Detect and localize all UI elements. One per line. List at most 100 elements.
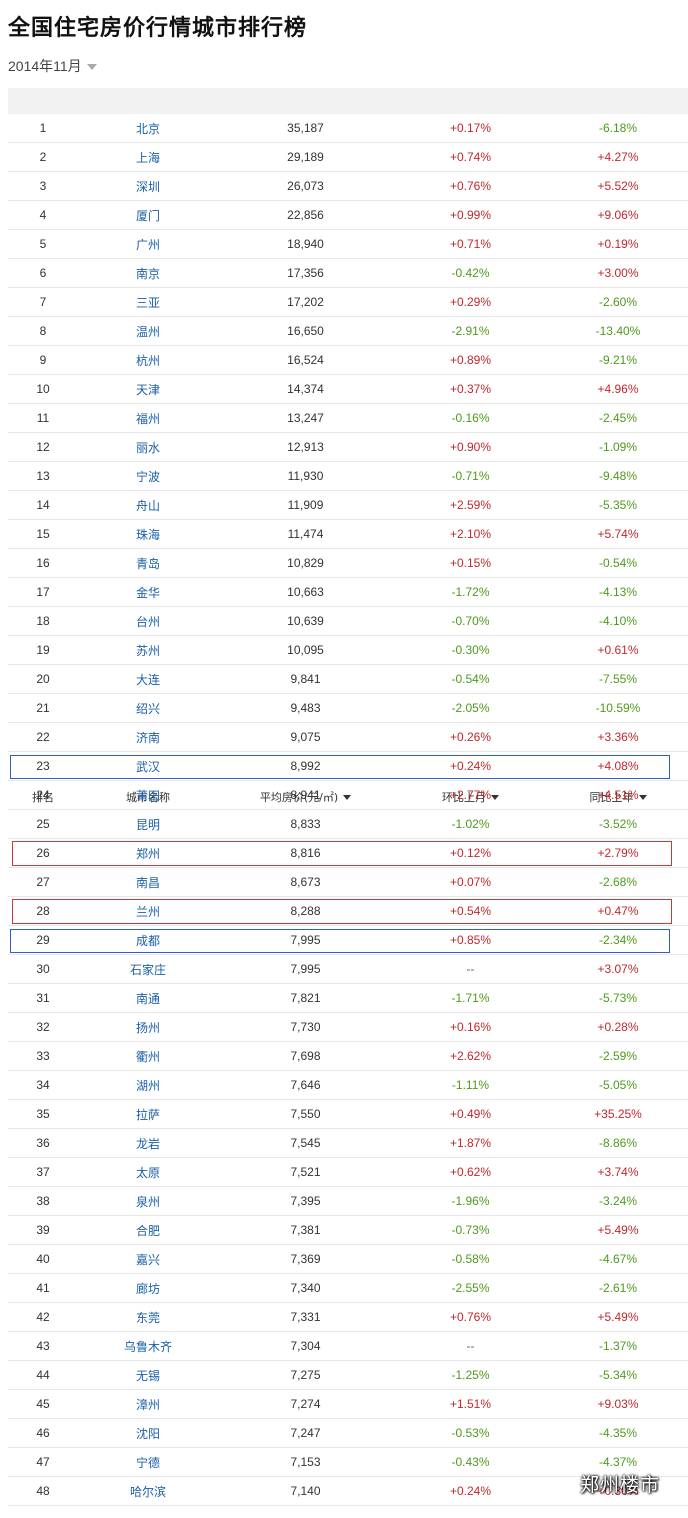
yoy-cell: -1.09% bbox=[598, 440, 638, 454]
period-selector[interactable]: 2014年11月 bbox=[8, 56, 97, 76]
yoy-cell-wrap: +2.79% bbox=[548, 839, 688, 867]
city-link[interactable]: 三亚 bbox=[136, 294, 160, 311]
city-link-wrap: 舟山 bbox=[88, 491, 208, 519]
city-link[interactable]: 舟山 bbox=[136, 497, 160, 514]
rank-cell: 46 bbox=[36, 1426, 50, 1440]
city-link[interactable]: 昆明 bbox=[136, 816, 160, 833]
price-cell: 12,913 bbox=[287, 440, 324, 454]
city-link[interactable]: 太原 bbox=[136, 1164, 160, 1181]
city-link[interactable]: 南昌 bbox=[136, 874, 160, 891]
city-link[interactable]: 金华 bbox=[136, 584, 160, 601]
city-link[interactable]: 南通 bbox=[136, 990, 160, 1007]
price-cell-wrap: 7,275 bbox=[238, 1361, 373, 1389]
city-link[interactable]: 哈尔滨 bbox=[130, 1483, 166, 1500]
city-link[interactable]: 乌鲁木齐 bbox=[124, 1338, 172, 1355]
price-cell: 8,941 bbox=[290, 788, 321, 802]
city-link[interactable]: 衢州 bbox=[136, 1048, 160, 1065]
table-row: 30 石家庄 7,995 -- +3.07% bbox=[8, 955, 688, 984]
city-link[interactable]: 台州 bbox=[136, 613, 160, 630]
mom-cell: +0.99% bbox=[449, 208, 492, 222]
city-link[interactable]: 廊坊 bbox=[136, 1280, 160, 1297]
table-row: 45 漳州 7,274 +1.51% +9.03% bbox=[8, 1390, 688, 1419]
city-link-wrap: 龙岩 bbox=[88, 1129, 208, 1157]
price-cell: 7,140 bbox=[290, 1484, 321, 1498]
city-link[interactable]: 丽水 bbox=[136, 439, 160, 456]
mom-cell-wrap: +0.74% bbox=[408, 143, 533, 171]
mom-cell-wrap: +0.76% bbox=[408, 172, 533, 200]
yoy-cell-wrap: -5.73% bbox=[548, 984, 688, 1012]
city-link[interactable]: 武汉 bbox=[136, 758, 160, 775]
price-cell-wrap: 7,140 bbox=[238, 1477, 373, 1505]
city-link[interactable]: 上海 bbox=[136, 149, 160, 166]
city-link[interactable]: 温州 bbox=[136, 323, 160, 340]
rank-cell: 27 bbox=[36, 875, 50, 889]
yoy-cell: -6.18% bbox=[598, 121, 638, 135]
city-link[interactable]: 大连 bbox=[136, 671, 160, 688]
city-link[interactable]: 南京 bbox=[136, 265, 160, 282]
rank-cell: 1 bbox=[39, 121, 47, 135]
city-link[interactable]: 湖州 bbox=[136, 1077, 160, 1094]
price-cell: 7,153 bbox=[290, 1455, 321, 1469]
price-cell-wrap: 8,288 bbox=[238, 897, 373, 925]
city-link[interactable]: 绍兴 bbox=[136, 700, 160, 717]
city-link[interactable]: 深圳 bbox=[136, 178, 160, 195]
yoy-cell-wrap: -9.21% bbox=[548, 346, 688, 374]
city-link[interactable]: 漳州 bbox=[136, 1396, 160, 1413]
table-row: 40 嘉兴 7,369 -0.58% -4.67% bbox=[8, 1245, 688, 1274]
rank-cell-wrap: 25 bbox=[8, 810, 78, 838]
city-link[interactable]: 北京 bbox=[136, 120, 160, 137]
city-link[interactable]: 成都 bbox=[136, 932, 160, 949]
rank-cell: 20 bbox=[36, 672, 50, 686]
price-cell: 7,395 bbox=[290, 1194, 321, 1208]
city-link-wrap: 济南 bbox=[88, 723, 208, 751]
city-link[interactable]: 合肥 bbox=[136, 1222, 160, 1239]
mom-cell: -2.91% bbox=[451, 324, 490, 338]
yoy-cell-wrap: -4.67% bbox=[548, 1245, 688, 1273]
city-link[interactable]: 福州 bbox=[136, 410, 160, 427]
rank-cell: 3 bbox=[39, 179, 47, 193]
city-link[interactable]: 天津 bbox=[136, 381, 160, 398]
city-link[interactable]: 龙岩 bbox=[136, 1135, 160, 1152]
city-link[interactable]: 东莞 bbox=[136, 1309, 160, 1326]
price-cell-wrap: 8,941 bbox=[238, 781, 373, 809]
city-link[interactable]: 石家庄 bbox=[130, 961, 166, 978]
price-cell-wrap: 8,992 bbox=[238, 752, 373, 780]
city-link[interactable]: 杭州 bbox=[136, 352, 160, 369]
mom-cell-wrap: +2.77% bbox=[408, 781, 533, 809]
price-cell: 7,995 bbox=[290, 962, 321, 976]
price-cell: 13,247 bbox=[287, 411, 324, 425]
city-link[interactable]: 青岛 bbox=[136, 555, 160, 572]
price-cell: 11,909 bbox=[287, 498, 324, 512]
price-cell-wrap: 7,821 bbox=[238, 984, 373, 1012]
price-cell: 16,524 bbox=[287, 353, 324, 367]
table-row: 9 杭州 16,524 +0.89% -9.21% bbox=[8, 346, 688, 375]
mom-cell: -0.71% bbox=[451, 469, 490, 483]
city-link[interactable]: 济南 bbox=[136, 729, 160, 746]
city-link[interactable]: 兰州 bbox=[136, 903, 160, 920]
city-link[interactable]: 无锡 bbox=[136, 1367, 160, 1384]
city-link[interactable]: 郑州 bbox=[136, 845, 160, 862]
price-cell-wrap: 11,930 bbox=[238, 462, 373, 490]
city-link[interactable]: 广州 bbox=[136, 236, 160, 253]
mom-cell: -- bbox=[466, 962, 475, 976]
rank-cell-wrap: 44 bbox=[8, 1361, 78, 1389]
city-link[interactable]: 宁波 bbox=[136, 468, 160, 485]
price-cell-wrap: 17,202 bbox=[238, 288, 373, 316]
price-cell-wrap: 14,374 bbox=[238, 375, 373, 403]
price-cell: 7,369 bbox=[290, 1252, 321, 1266]
city-link[interactable]: 沈阳 bbox=[136, 1425, 160, 1442]
mom-cell-wrap: -1.96% bbox=[408, 1187, 533, 1215]
city-link[interactable]: 宁德 bbox=[136, 1454, 160, 1471]
city-link[interactable]: 珠海 bbox=[136, 526, 160, 543]
rank-cell-wrap: 33 bbox=[8, 1042, 78, 1070]
city-link[interactable]: 嘉兴 bbox=[136, 1251, 160, 1268]
city-link[interactable]: 拉萨 bbox=[136, 1106, 160, 1123]
city-link[interactable]: 莆田 bbox=[136, 787, 160, 804]
city-link[interactable]: 泉州 bbox=[136, 1193, 160, 1210]
city-link[interactable]: 苏州 bbox=[136, 642, 160, 659]
mom-cell: +0.85% bbox=[449, 933, 492, 947]
city-link[interactable]: 厦门 bbox=[136, 207, 160, 224]
yoy-cell: -1.37% bbox=[598, 1339, 638, 1353]
yoy-cell: -5.73% bbox=[598, 991, 638, 1005]
city-link[interactable]: 扬州 bbox=[136, 1019, 160, 1036]
